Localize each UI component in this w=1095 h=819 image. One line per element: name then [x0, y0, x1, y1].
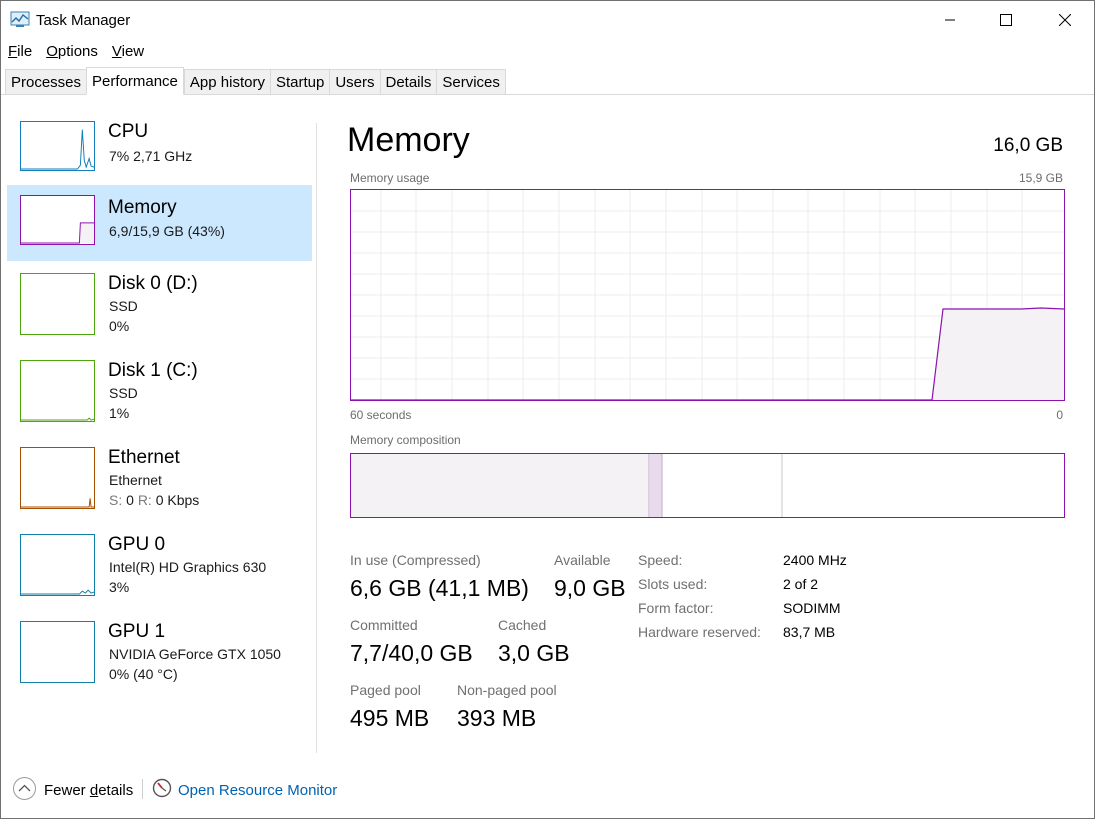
non-paged-pool-label: Non-paged pool: [457, 682, 557, 698]
sidebar-ethernet-title: Ethernet: [108, 447, 180, 468]
paged-pool-value: 495 MB: [350, 705, 430, 731]
sidebar-memory-title: Memory: [108, 197, 177, 218]
gpu1-thumbnail-graph: [20, 621, 95, 683]
memory-total: 16,0 GB: [993, 135, 1063, 156]
sidebar-disk0-title: Disk 0 (D:): [108, 273, 198, 294]
in-use-value: 6,6 GB (41,1 MB): [350, 575, 529, 601]
sidebar-disk0-type: SSD: [109, 298, 138, 314]
committed-value: 7,7/40,0 GB: [350, 640, 473, 666]
available-value: 9,0 GB: [554, 575, 626, 601]
tab-app-history[interactable]: App history: [183, 69, 270, 95]
paged-pool-label: Paged pool: [350, 682, 421, 698]
form-factor-value: SODIMM: [783, 600, 841, 616]
sidebar-cpu-usage: 7% 2,71 GHz: [109, 148, 193, 164]
task-manager-app-icon: [10, 11, 30, 27]
sidebar-item-memory[interactable]: Memory 6,9/15,9 GB (43%): [7, 185, 312, 261]
disk1-thumbnail-graph: [20, 360, 95, 422]
cpu-thumbnail-graph: [20, 121, 95, 171]
tab-processes[interactable]: Processes: [5, 69, 87, 95]
fewer-details-button[interactable]: Fewer details: [44, 782, 133, 799]
sidebar-gpu1-model: NVIDIA GeForce GTX 1050: [109, 646, 281, 662]
memory-usage-label: Memory usage: [350, 171, 430, 185]
close-button[interactable]: [1036, 1, 1094, 39]
disk0-thumbnail-graph: [20, 273, 95, 335]
sidebar-cpu-title: CPU: [108, 121, 149, 142]
maximize-button[interactable]: [977, 1, 1035, 39]
sidebar-gpu0-usage: 3%: [109, 579, 130, 595]
sidebar-item-ethernet[interactable]: Ethernet Ethernet S: 0 R: 0 Kbps: [7, 435, 312, 511]
menu-options[interactable]: Options: [39, 41, 105, 63]
tab-details[interactable]: Details: [379, 69, 437, 95]
memory-usage-max: 15,9 GB: [1018, 171, 1063, 185]
footer-bar: Fewer details Open Resource Monitor: [1, 771, 1094, 809]
resource-monitor-icon[interactable]: [152, 778, 172, 798]
close-icon: [1059, 14, 1071, 26]
memory-composition-bar: [350, 453, 1065, 518]
non-paged-pool-value: 393 MB: [457, 705, 537, 731]
memory-composition-label: Memory composition: [350, 433, 461, 447]
sidebar-item-gpu1[interactable]: GPU 1 NVIDIA GeForce GTX 1050 0% (40 °C): [7, 609, 312, 685]
fewer-details-toggle[interactable]: [13, 777, 36, 800]
sidebar-ethernet-throughput: S: 0 R: 0 Kbps: [109, 492, 200, 508]
cached-label: Cached: [498, 617, 547, 633]
sidebar-item-gpu0[interactable]: GPU 0 Intel(R) HD Graphics 630 3%: [7, 522, 312, 598]
memory-usage-fill: [932, 309, 1064, 400]
menu-bar: File Options View: [1, 41, 151, 63]
sidebar-memory-usage: 6,9/15,9 GB (43%): [109, 223, 225, 239]
title-bar[interactable]: Task Manager: [1, 1, 1094, 39]
menu-file[interactable]: File: [1, 41, 39, 63]
sidebar-gpu1-title: GPU 1: [108, 621, 166, 642]
sidebar-gpu0-title: GPU 0: [108, 534, 166, 555]
ethernet-thumbnail-graph: [20, 447, 95, 509]
chevron-up-icon: [18, 784, 31, 792]
tab-users[interactable]: Users: [329, 69, 380, 95]
minimize-button[interactable]: [921, 1, 979, 39]
form-factor-label: Form factor:: [638, 600, 714, 616]
menu-view[interactable]: View: [105, 41, 151, 63]
sidebar-divider: [316, 123, 317, 753]
slots-used-label: Slots used:: [638, 576, 708, 592]
composition-free: [783, 454, 1064, 517]
speed-label: Speed:: [638, 552, 683, 568]
hardware-reserved-label: Hardware reserved:: [638, 624, 761, 640]
committed-label: Committed: [350, 617, 418, 633]
open-resource-monitor-link[interactable]: Open Resource Monitor: [178, 782, 337, 799]
memory-thumbnail-graph: [20, 195, 95, 245]
sidebar-ethernet-adapter: Ethernet: [109, 472, 162, 488]
hardware-reserved-value: 83,7 MB: [783, 624, 836, 640]
tab-strip: Processes Performance App history Startu…: [5, 67, 506, 95]
axis-left-label: 60 seconds: [350, 408, 412, 422]
sidebar-item-disk1[interactable]: Disk 1 (C:) SSD 1%: [7, 348, 312, 424]
tab-services[interactable]: Services: [436, 69, 506, 95]
sidebar-disk1-type: SSD: [109, 385, 138, 401]
page-title: Memory: [347, 121, 470, 159]
gpu0-thumbnail-graph: [20, 534, 95, 596]
composition-modified: [650, 454, 662, 517]
tab-startup[interactable]: Startup: [269, 69, 330, 95]
memory-usage-graph: [350, 189, 1065, 401]
minimize-icon: [945, 19, 955, 21]
in-use-label: In use (Compressed): [350, 552, 481, 568]
slots-used-value: 2 of 2: [783, 576, 819, 592]
composition-standby: [663, 454, 782, 517]
window-title: Task Manager: [36, 12, 131, 29]
speed-value: 2400 MHz: [783, 552, 847, 568]
sidebar-disk1-title: Disk 1 (C:): [108, 360, 198, 381]
sidebar-item-cpu[interactable]: CPU 7% 2,71 GHz: [7, 111, 312, 187]
sidebar-gpu1-usage: 0% (40 °C): [109, 666, 178, 682]
task-manager-window: Task Manager File Options View Processes…: [0, 0, 1095, 819]
composition-in-use: [351, 454, 649, 517]
maximize-icon: [1000, 14, 1012, 26]
available-label: Available: [554, 552, 611, 568]
axis-right-label: 0: [1056, 408, 1063, 422]
sidebar-item-disk0[interactable]: Disk 0 (D:) SSD 0%: [7, 261, 312, 337]
sidebar-gpu0-model: Intel(R) HD Graphics 630: [109, 559, 267, 575]
sidebar-disk0-usage: 0%: [109, 318, 130, 334]
footer-separator: [142, 779, 143, 799]
sidebar-disk1-usage: 1%: [109, 405, 130, 421]
cached-value: 3,0 GB: [498, 640, 570, 666]
tab-performance[interactable]: Performance: [86, 67, 184, 95]
